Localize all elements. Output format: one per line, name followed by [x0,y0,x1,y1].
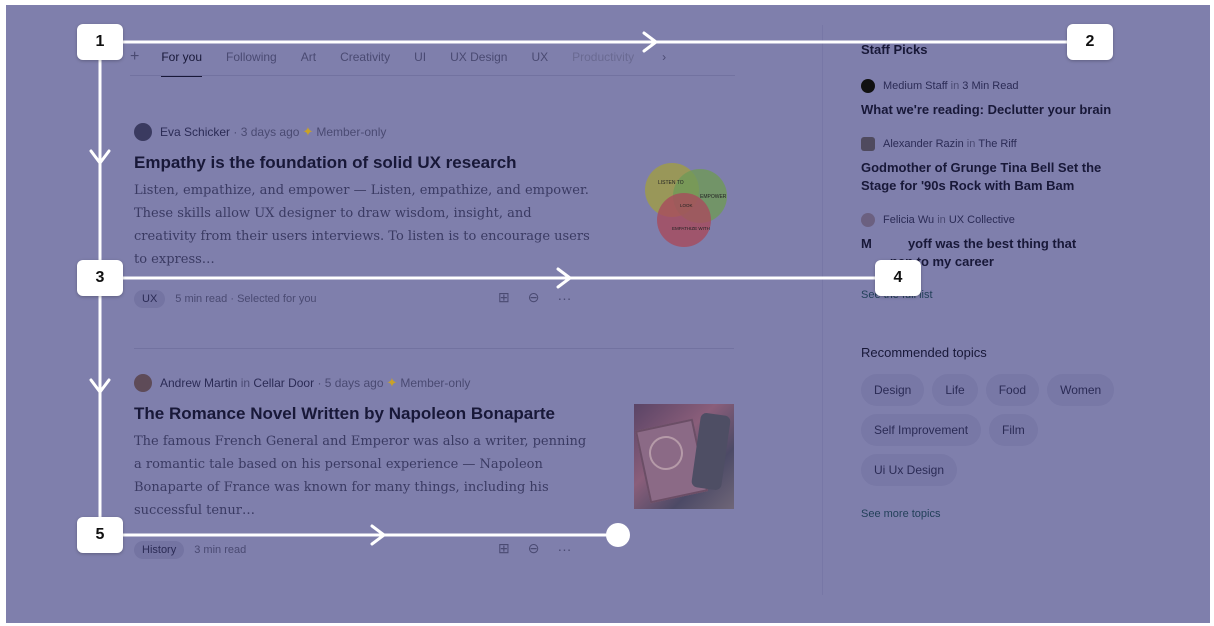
member-only-label: Member-only [316,125,387,139]
post-time: 3 days ago [240,125,300,139]
see-more-topics-link[interactable]: See more topics [861,508,1161,520]
tab-creativity[interactable]: Creativity [340,50,390,64]
staff-pick-item[interactable]: Medium Staff in 3 Min Read What we're re… [861,79,1161,119]
tab-ux-design[interactable]: UX Design [450,50,507,64]
tab-ux[interactable]: UX [531,50,548,64]
venn-label: LISTEN TO [658,180,684,186]
topic-chip[interactable]: Design [861,374,925,406]
tab-following[interactable]: Following [226,50,277,64]
read-time: 3 min read [194,544,247,556]
venn-label: LOOK [680,203,693,208]
show-less-icon[interactable]: ⊖ [528,289,540,306]
topic-chip[interactable]: Ui Ux Design [861,454,958,486]
topic-chips: Design Life Food Women Self Improvement … [861,374,1121,486]
in-label: in [966,138,976,150]
tab-productivity[interactable]: Productivity [572,50,634,64]
avatar [861,137,875,151]
topic-chip[interactable]: Women [1047,374,1115,406]
article-footer: History 3 min read [134,541,246,559]
add-topic-icon[interactable]: + [130,48,139,66]
topic-chip[interactable]: Self Improvement [861,414,982,446]
pick-title[interactable]: What we're reading: Declutter your brain [861,101,1161,119]
tab-art[interactable]: Art [301,50,316,64]
article-actions: ⊞ ⊖ ··· [498,540,571,557]
article-meta: Eva Schicker · 3 days ago ✦ Member-only [134,123,734,141]
pick-meta: Alexander Razin in The Riff [861,137,1161,151]
pick-title[interactable]: M yoff was the best thing that [861,235,1161,253]
more-options-icon[interactable]: ··· [557,290,571,306]
topic-chip[interactable]: Film [989,414,1038,446]
star-icon: ✦ [302,124,314,139]
in-label: in [950,80,960,92]
staff-pick-item[interactable]: Alexander Razin in The Riff Godmother of… [861,137,1161,195]
tag-chip[interactable]: UX [134,290,166,308]
avatar[interactable] [134,123,152,141]
venn-label: EMPATHIZE WITH [672,226,710,231]
avatar[interactable] [134,374,152,392]
member-only-label: Member-only [400,376,471,390]
article-footer: UX 5 min read · Selected for you [134,290,317,308]
pick-author[interactable]: Felicia Wu [883,214,934,226]
step-badge: 3 [77,260,123,296]
pick-author[interactable]: Alexander Razin [883,138,964,150]
tab-for-you[interactable]: For you [161,50,202,77]
venn-label: EMPOWER [700,194,727,200]
pick-publication[interactable]: 3 Min Read [962,80,1018,92]
topic-chip[interactable]: Food [985,374,1040,406]
publication-name[interactable]: Cellar Door [253,376,314,390]
sidebar-divider [822,25,823,595]
tabs-divider [130,75,735,76]
author-name[interactable]: Andrew Martin [160,376,237,390]
step-badge: 5 [77,517,123,553]
topic-tabs: + For you Following Art Creativity UI UX… [130,39,730,77]
staff-picks-heading: Staff Picks [861,42,928,57]
pick-author[interactable]: Medium Staff [883,80,948,92]
in-label: in [240,376,251,390]
recommended-topics-heading: Recommended topics [861,345,987,360]
read-time: 5 min read [175,293,228,305]
author-name[interactable]: Eva Schicker [160,125,230,139]
tab-ui[interactable]: UI [414,50,426,64]
medium-logo-icon [861,79,875,93]
book-photo-thumbnail[interactable] [634,404,734,509]
selected-note: Selected for you [237,293,317,305]
chevron-right-icon[interactable]: › [662,50,666,64]
pick-publication[interactable]: UX Collective [949,214,1015,226]
venn-diagram-thumbnail[interactable]: LISTEN TO EMPOWER EMPATHIZE WITH LOOK [640,158,730,253]
pick-meta: Medium Staff in 3 Min Read [861,79,1161,93]
article-actions: ⊞ ⊖ ··· [498,289,571,306]
tag-chip[interactable]: History [134,541,185,559]
in-label: in [937,214,946,226]
article-excerpt[interactable]: Listen, empathize, and empower — Listen,… [134,179,594,271]
article-meta: Andrew Martin in Cellar Door · 5 days ag… [134,374,734,392]
step-badge: 1 [77,24,123,60]
step-badge: 2 [1067,24,1113,60]
more-options-icon[interactable]: ··· [557,541,571,557]
topic-chip[interactable]: Life [932,374,978,406]
bookmark-icon[interactable]: ⊞ [498,540,510,557]
avatar [861,213,875,227]
article-excerpt[interactable]: The famous French General and Emperor wa… [134,430,594,522]
bookmark-icon[interactable]: ⊞ [498,289,510,306]
medium-home-page: + For you Following Art Creativity UI UX… [6,5,1210,623]
article-divider [134,348,734,349]
pick-title[interactable]: Godmother of Grunge Tina Bell Set the St… [861,159,1116,195]
show-less-icon[interactable]: ⊖ [528,540,540,557]
star-icon: ✦ [386,375,398,390]
post-time: 5 days ago [324,376,384,390]
step-badge: 4 [875,260,921,296]
pick-meta: Felicia Wu in UX Collective [861,213,1161,227]
pick-publication[interactable]: The Riff [978,138,1016,150]
